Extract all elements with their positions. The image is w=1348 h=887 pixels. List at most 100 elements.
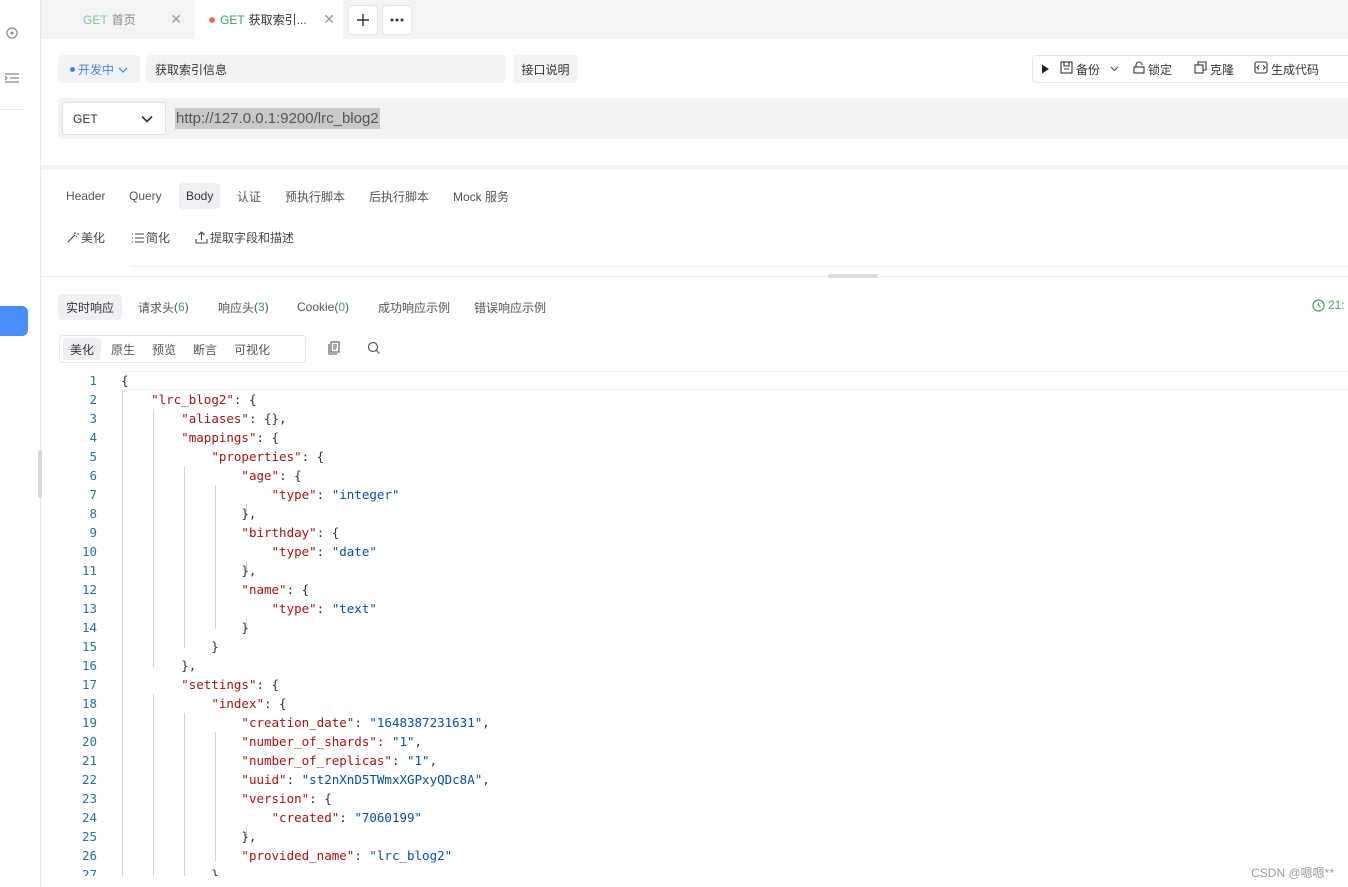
response-time: 21: [1312, 298, 1345, 312]
tab-post-script[interactable]: 后执行脚本 [362, 183, 436, 209]
url-input[interactable]: http://127.0.0.1:9200/lrc_blog2 [175, 108, 380, 129]
tab-header[interactable]: Header [59, 183, 112, 209]
chevron-down-icon [141, 111, 153, 126]
generate-code-button[interactable]: 生成代码 [1254, 55, 1319, 83]
tab-title: 获取索引... [248, 13, 307, 27]
code-line: { [121, 373, 129, 388]
lock-label: 锁定 [1148, 62, 1173, 77]
current-line-highlight [121, 371, 1348, 390]
line-number: 6 [89, 468, 97, 483]
close-icon[interactable]: ✕ [323, 11, 335, 28]
tab-body[interactable]: Body [179, 183, 221, 209]
line-number: 22 [81, 772, 97, 787]
upload-icon [195, 231, 208, 244]
search-icon[interactable] [366, 340, 382, 356]
new-tab-button[interactable] [348, 5, 378, 35]
code-line: "name": { [241, 582, 310, 597]
line-number: 15 [81, 639, 97, 654]
view-pretty[interactable]: 美化 [63, 338, 102, 360]
tab-label: 响应头 [218, 300, 255, 315]
tab-live-response[interactable]: 实时响应 [58, 294, 123, 320]
more-icon[interactable] [382, 5, 412, 35]
backup-menu-button[interactable] [1106, 55, 1133, 83]
code-line: "properties": { [211, 449, 325, 464]
tab-title: 首页 [111, 13, 136, 27]
line-number: 7 [89, 487, 97, 502]
code-line: "number_of_replicas": "1", [241, 753, 438, 768]
code-icon [1254, 61, 1268, 77]
count-badge: 0 [338, 300, 346, 314]
simplify-button[interactable]: 简化 [131, 229, 170, 246]
lock-icon [1133, 61, 1145, 77]
tab-home[interactable]: GET 首页 ✕ [41, 0, 190, 39]
extract-fields-button[interactable]: 提取字段和描述 [195, 229, 294, 246]
play-icon [1042, 64, 1049, 74]
magic-wand-icon [67, 232, 79, 243]
backup-label: 备份 [1076, 62, 1101, 77]
section-divider [41, 165, 1348, 170]
count-badge: 6 [178, 300, 185, 314]
beautify-label: 美化 [81, 231, 106, 245]
beautify-button[interactable]: 美化 [66, 229, 105, 246]
line-number: 9 [89, 525, 97, 540]
run-button[interactable] [1033, 55, 1060, 83]
tab-pre-script[interactable]: 预执行脚本 [278, 183, 352, 209]
code-line: }, [121, 506, 257, 521]
unsaved-dot-icon [209, 16, 215, 23]
code-line: "aliases": {}, [181, 411, 287, 426]
code-line: }, [121, 563, 257, 578]
watermark: CSDN @嗯嗯** [1251, 866, 1334, 880]
code-line: } [121, 639, 219, 654]
view-raw[interactable]: 原生 [104, 338, 142, 360]
view-preview[interactable]: 预览 [145, 338, 183, 360]
code-line: "version": { [241, 791, 332, 806]
target-icon[interactable] [0, 21, 24, 45]
method-label: GET [73, 111, 98, 126]
tab-get-index[interactable]: GET 获取索引... ✕ [195, 0, 343, 39]
response-code-viewer[interactable]: 1 {2 "lrc_blog2": {3 "aliases": {}, 4 "map… [41, 371, 1348, 876]
api-doc-button[interactable]: 接口说明 [513, 55, 578, 83]
list-indent-icon[interactable] [0, 66, 24, 90]
line-number: 17 [81, 677, 97, 692]
line-number: 5 [89, 449, 97, 464]
tab-cookie[interactable]: Cookie(0) [289, 294, 357, 320]
line-number: 25 [81, 829, 97, 844]
method-select[interactable]: GET [62, 102, 166, 135]
tab-request-headers[interactable]: 请求头(6) [130, 294, 197, 320]
tab-mock[interactable]: Mock 服务 [446, 183, 516, 209]
view-assert[interactable]: 断言 [186, 338, 224, 360]
code-line: "lrc_blog2": { [151, 392, 257, 407]
split-line [41, 276, 1348, 277]
close-icon[interactable]: ✕ [170, 11, 182, 28]
code-line: "birthday": { [241, 525, 340, 540]
resize-handle[interactable] [828, 274, 878, 278]
lock-button[interactable]: 锁定 [1133, 55, 1194, 83]
tab-auth[interactable]: 认证 [230, 183, 268, 209]
line-number: 23 [81, 791, 97, 806]
time-label: 21: [1328, 298, 1345, 312]
tab-success-example[interactable]: 成功响应示例 [370, 294, 458, 320]
tab-query[interactable]: Query [122, 183, 169, 209]
backup-button[interactable]: 备份 [1060, 55, 1106, 83]
tab-error-example[interactable]: 错误响应示例 [466, 294, 554, 320]
generate-code-label: 生成代码 [1271, 62, 1320, 77]
body-editor-edge [130, 266, 1348, 267]
code-line: "number_of_shards": "1", [241, 734, 423, 749]
rail-active-item[interactable] [0, 306, 28, 336]
code-line: "created": "7060199" [271, 810, 423, 825]
view-visualize[interactable]: 可视化 [227, 338, 277, 360]
clock-icon [1312, 298, 1325, 312]
code-line: "index": { [211, 696, 287, 711]
status-dropdown[interactable]: 开发中 [58, 55, 140, 83]
left-rail [0, 0, 42, 887]
line-number: 18 [81, 696, 97, 711]
copy-icon[interactable] [326, 340, 342, 356]
chevron-down-icon [1110, 66, 1119, 72]
line-number: 11 [81, 563, 97, 578]
extract-fields-label: 提取字段和描述 [210, 231, 295, 245]
tab-response-headers[interactable]: 响应头(3) [210, 294, 277, 320]
code-line: "provided_name": "lrc_blog2" [241, 848, 453, 863]
request-name-input[interactable] [146, 55, 506, 83]
line-number: 24 [81, 810, 97, 825]
clone-button[interactable]: 克隆 [1194, 55, 1254, 83]
